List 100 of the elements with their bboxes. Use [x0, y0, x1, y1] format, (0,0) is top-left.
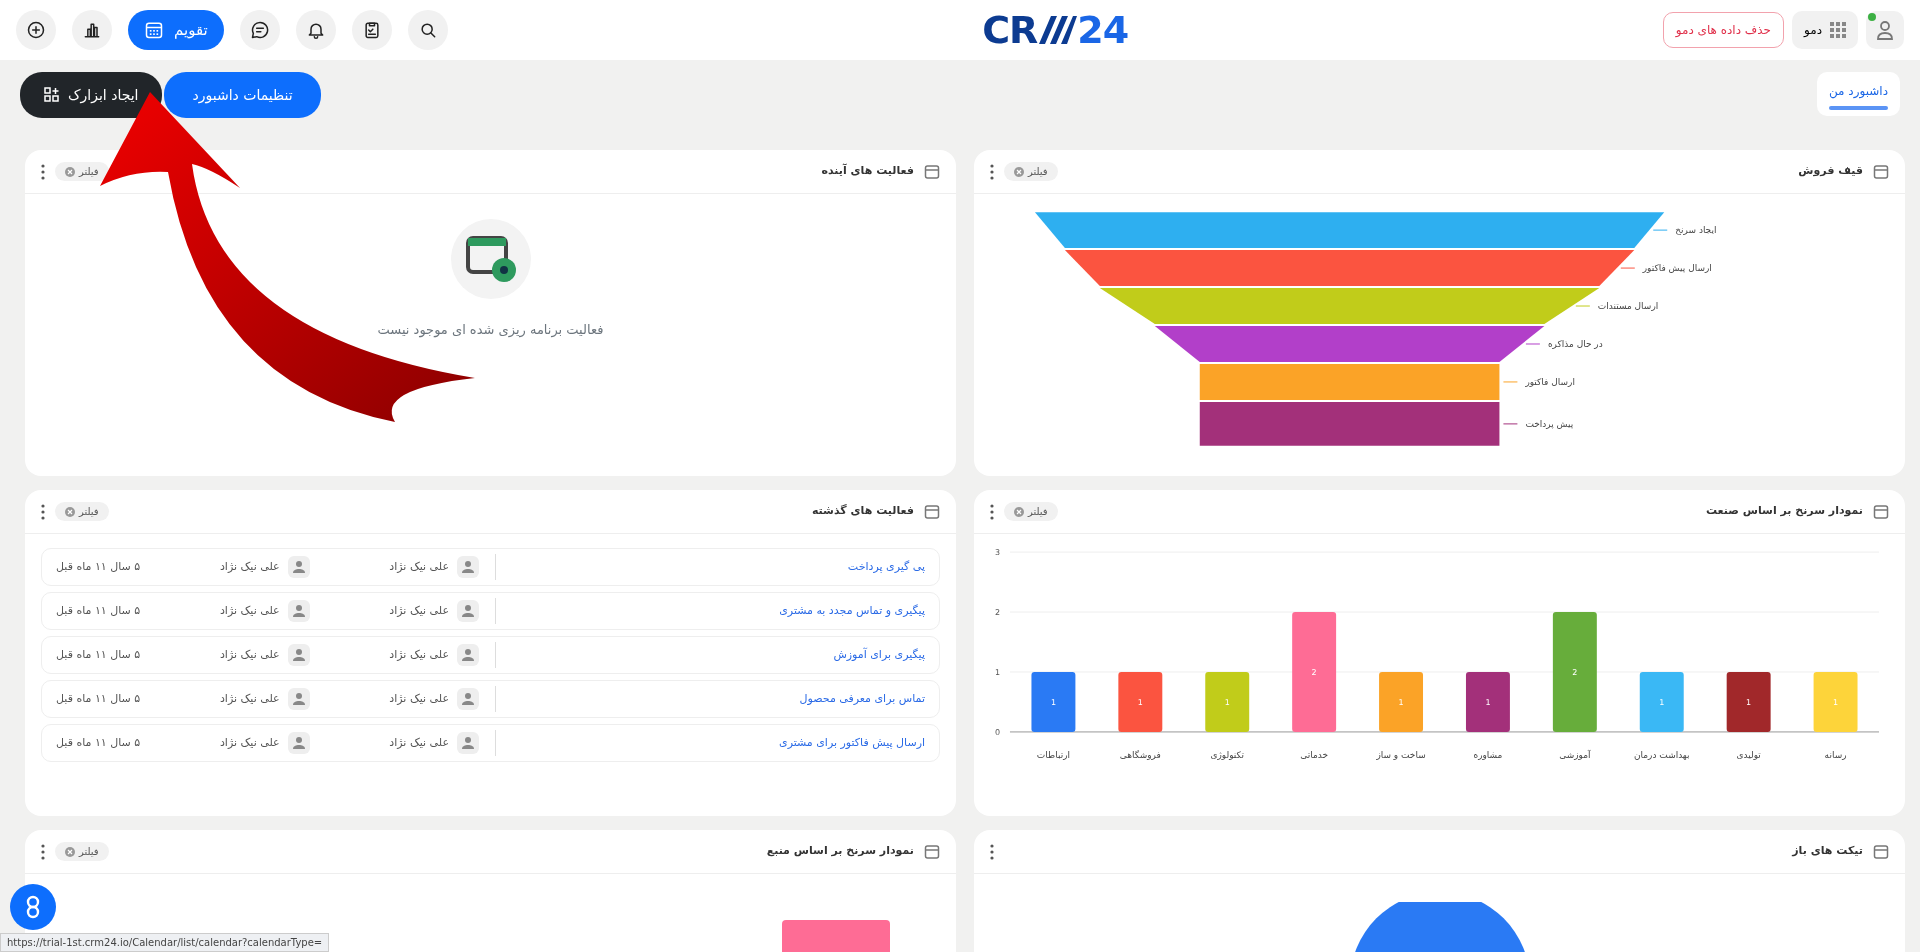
bar-value-label: 2 — [1311, 668, 1317, 677]
leader-line — [1525, 343, 1541, 345]
close-icon — [1014, 506, 1024, 517]
user-icon — [287, 556, 310, 578]
notifications-button[interactable] — [295, 10, 336, 50]
leader-line — [1652, 229, 1668, 231]
filter-chip[interactable]: فیلتر — [1004, 162, 1058, 181]
apps-button[interactable]: دمو — [1792, 11, 1858, 49]
widget-icon — [1873, 843, 1889, 860]
user-icon — [457, 732, 479, 754]
user-icon — [457, 644, 479, 666]
more-icon[interactable] — [990, 503, 994, 520]
user-icon — [457, 600, 479, 622]
bar-value-label: 1 — [1833, 697, 1839, 707]
add-button[interactable] — [16, 10, 56, 50]
bar-value-label: 1 — [1746, 697, 1752, 707]
more-icon[interactable] — [990, 163, 994, 180]
user-icon — [287, 644, 310, 666]
user-icon — [287, 732, 310, 754]
activity-row[interactable]: پی گیری پرداخت علی نیک نژاد علی نیک نژاد ۵ سال ۱۱ ماه قبل — [41, 548, 940, 586]
widget-icon — [1873, 503, 1889, 520]
bar-value-label: 1 — [1659, 697, 1665, 707]
dashboard-settings-button[interactable]: تنظیمات داشبورد — [164, 72, 321, 118]
widget-add-icon — [44, 87, 60, 103]
close-icon — [65, 506, 75, 517]
activity-row[interactable]: پیگیری و تماس مجدد به مشتری علی نیک نژاد علی نیک نژاد ۵ سال ۱۱ ماه قبل — [41, 592, 940, 630]
activity-link[interactable]: ارسال پیش فاکتور برای مشتری — [495, 730, 925, 756]
dashboard-tab[interactable]: داشبورد من — [1816, 72, 1900, 116]
reports-button[interactable] — [72, 10, 112, 50]
y-tick-label: 2 — [994, 608, 1000, 618]
chart-bar — [1639, 672, 1684, 732]
widget-title: قیف فروش — [1798, 163, 1863, 180]
filter-chip[interactable]: فیلتر — [55, 842, 109, 861]
widget-title: فعالیت های گذشته — [811, 503, 914, 520]
activity-link[interactable]: پیگیری برای آموزش — [495, 642, 925, 668]
add-widget-button[interactable]: ایجاد ابزارک — [20, 72, 163, 118]
activity-time: ۵ سال ۱۱ ماه قبل — [56, 646, 141, 663]
user-avatar-button[interactable] — [1866, 11, 1904, 49]
category-label: ساخت و ساز — [1376, 749, 1426, 760]
person-name: علی نیک نژاد — [219, 690, 280, 707]
category-label: مشاوره — [1473, 749, 1503, 760]
more-icon[interactable] — [990, 843, 994, 860]
widget-title: نمودار سرنخ بر اساس منبع — [766, 843, 914, 860]
user-icon — [287, 600, 310, 622]
y-tick-label: 3 — [994, 548, 1000, 558]
chart-bar — [1118, 672, 1163, 732]
chart-bar — [1205, 672, 1250, 732]
category-label: تولیدی — [1736, 749, 1761, 760]
chart-bar — [1379, 672, 1423, 732]
person-name: علی نیک نژاد — [219, 646, 280, 663]
filter-chip[interactable]: فیلتر — [55, 162, 109, 181]
widget-title: نمودار سرنخ بر اساس صنعت — [1705, 503, 1863, 520]
filter-chip[interactable]: فیلتر — [55, 502, 109, 521]
calendar-button[interactable]: تقویم — [128, 10, 224, 50]
activity-link[interactable]: تماس برای معرفی محصول — [495, 686, 925, 712]
y-tick-label: 0 — [994, 727, 1000, 737]
user-icon — [457, 688, 479, 710]
chat-support-button[interactable] — [10, 884, 56, 930]
bar-value-label: 1 — [1050, 697, 1056, 707]
chat-icon — [249, 20, 270, 40]
activity-row[interactable]: تماس برای معرفی محصول علی نیک نژاد علی نیک نژاد ۵ سال ۱۱ ماه قبل — [41, 680, 940, 718]
activity-time: ۵ سال ۱۱ ماه قبل — [56, 558, 141, 575]
y-tick-label: 1 — [994, 668, 1000, 677]
activity-row[interactable]: ارسال پیش فاکتور برای مشتری علی نیک نژاد علی نیک نژاد ۵ سال ۱۱ ماه قبل — [41, 724, 940, 762]
leader-line — [1502, 381, 1518, 383]
funnel-label: ارسال پیش فاکتور — [1642, 263, 1712, 274]
person-name: علی نیک نژاد — [389, 734, 449, 751]
more-icon[interactable] — [41, 503, 45, 520]
bar-value-label: 2 — [1572, 668, 1578, 677]
activity-link[interactable]: پیگیری و تماس مجدد به مشتری — [495, 598, 925, 624]
logo: CR 24 — [982, 11, 1129, 49]
filter-chip[interactable]: فیلتر — [1004, 502, 1058, 521]
activity-time: ۵ سال ۱۱ ماه قبل — [56, 602, 141, 619]
widget-title: فعالیت های آینده — [821, 163, 914, 180]
bar-value-label: 1 — [1224, 697, 1230, 707]
messages-button[interactable] — [239, 10, 280, 50]
person-name: علی نیک نژاد — [389, 602, 449, 619]
delete-demo-data-button[interactable]: حذف داده های دمو — [1662, 12, 1784, 48]
activity-time: ۵ سال ۱۱ ماه قبل — [56, 734, 141, 751]
more-icon[interactable] — [41, 843, 45, 860]
chart-bar — [1813, 672, 1858, 732]
tasks-button[interactable] — [351, 10, 392, 50]
activity-row[interactable]: پیگیری برای آموزش علی نیک نژاد علی نیک نژاد ۵ سال ۱۱ ماه قبل — [41, 636, 940, 674]
category-label: ارتباطات — [1036, 749, 1070, 760]
search-button[interactable] — [407, 10, 448, 50]
widget-icon — [924, 843, 940, 860]
more-icon[interactable] — [41, 163, 45, 180]
activity-link[interactable]: پی گیری پرداخت — [495, 554, 925, 580]
widget-icon — [1873, 163, 1889, 180]
close-icon — [1014, 166, 1024, 177]
category-label: آموزشی — [1559, 749, 1591, 760]
leader-line — [1620, 267, 1636, 269]
status-url: https://trial-1st.crm24.io/Calendar/list/calendar?calendarType= — [0, 933, 330, 952]
person-name: علی نیک نژاد — [219, 734, 280, 751]
chart-bar — [1031, 672, 1076, 732]
person-name: علی نیک نژاد — [219, 602, 280, 619]
close-icon — [65, 166, 75, 177]
bar-value-label: 1 — [1485, 697, 1491, 707]
person-name: علی نیک نژاد — [389, 690, 449, 707]
widget-icon — [924, 503, 940, 520]
